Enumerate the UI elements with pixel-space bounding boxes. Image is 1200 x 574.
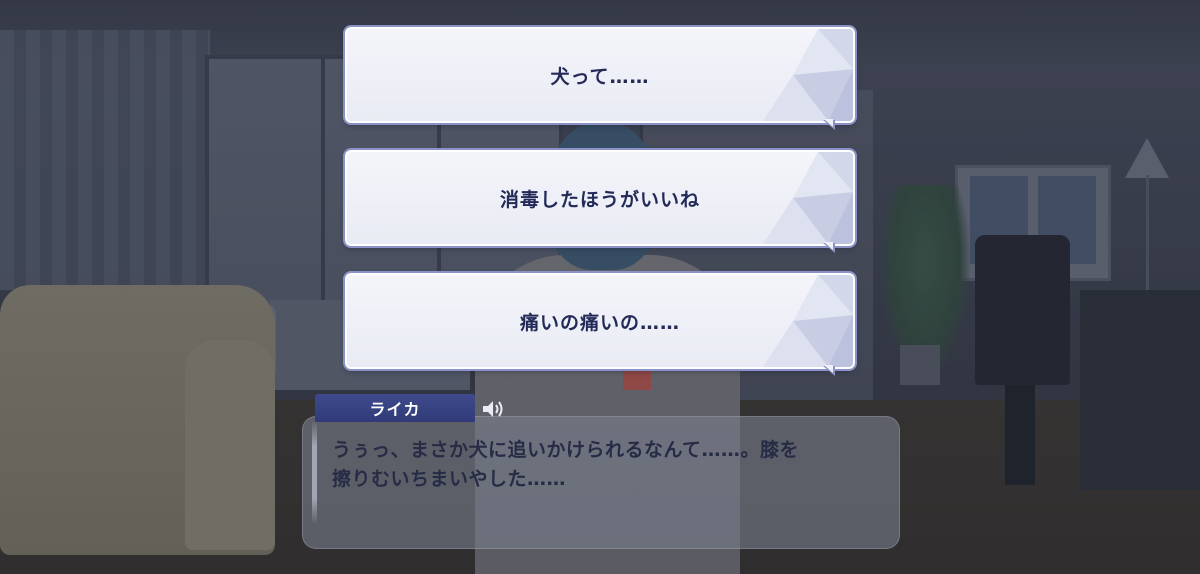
choice-button-2[interactable]: 消毒したほうがいいね: [345, 150, 855, 253]
voice-replay-button[interactable]: [480, 398, 506, 420]
dialogue-text: うぅっ、まさか犬に追いかけられるなんて……。膝を 擦りむいちまいやした……: [332, 439, 800, 490]
choice-button-1[interactable]: 犬って……: [345, 27, 855, 130]
dialogue-accent-line: [312, 420, 317, 524]
choice-box[interactable]: 痛いの痛いの……: [345, 273, 855, 369]
choice-tail-inner: [824, 242, 833, 250]
choice-tail-inner: [824, 365, 833, 373]
choice-box[interactable]: 犬って……: [345, 27, 855, 123]
choice-box[interactable]: 消毒したほうがいいね: [345, 150, 855, 246]
choice-label: 消毒したほうがいいね: [499, 188, 700, 211]
choice-tail-inner: [824, 119, 833, 127]
choice-list: 犬って…… 消毒したほうがいいね 痛いの痛いの……: [345, 27, 855, 377]
speaker-icon: [483, 401, 503, 417]
choice-button-3[interactable]: 痛いの痛いの……: [345, 273, 855, 376]
game-scene: 犬って…… 消毒したほうがいいね 痛いの痛いの…… ライカ うぅっ、まさか犬に追…: [0, 0, 1200, 574]
choice-label: 犬って……: [550, 65, 650, 88]
speaker-name-plate: ライカ: [315, 394, 475, 422]
choice-label: 痛いの痛いの……: [519, 311, 680, 334]
